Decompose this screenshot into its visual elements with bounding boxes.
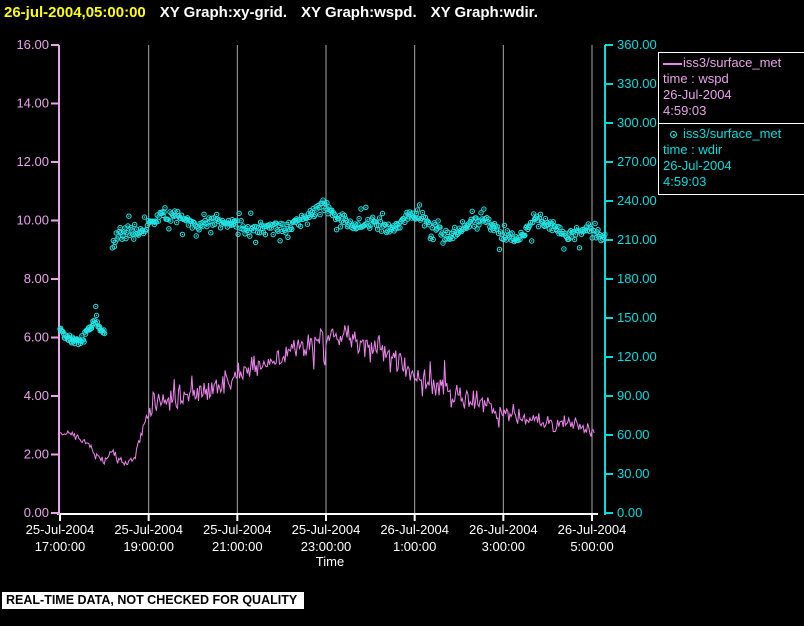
svg-text:8.00: 8.00 (24, 271, 49, 286)
svg-text:1:00:00: 1:00:00 (393, 539, 436, 554)
svg-text:240.00: 240.00 (617, 193, 657, 208)
svg-text:330.00: 330.00 (617, 76, 657, 91)
svg-text:210.00: 210.00 (617, 232, 657, 247)
svg-text:180.00: 180.00 (617, 271, 657, 286)
wdir-series (57, 197, 608, 348)
svg-text:6.00: 6.00 (24, 330, 49, 345)
legend-wdir-clock: 4:59:03 (663, 174, 707, 189)
wspd-line-swatch-icon (663, 62, 682, 65)
svg-text:26-Jul-2004: 26-Jul-2004 (558, 522, 627, 537)
svg-text:2.00: 2.00 (24, 447, 49, 462)
svg-text:25-Jul-2004: 25-Jul-2004 (292, 522, 361, 537)
legend-entry-wspd: iss3/surface_met time : wspd 26-Jul-2004… (659, 53, 804, 124)
svg-text:30.00: 30.00 (617, 466, 650, 481)
svg-text:25-Jul-2004: 25-Jul-2004 (114, 522, 183, 537)
legend-wspd-source: iss3/surface_met (683, 55, 782, 70)
left-axis-wspd: 0.00 2.00 4.00 6.00 8.00 10.00 12.00 14.00 16.00 (16, 37, 60, 520)
svg-text:21:00:00: 21:00:00 (212, 539, 263, 554)
svg-text:150.00: 150.00 (617, 310, 657, 325)
legend-wdir-field: time : wdir (663, 142, 723, 157)
svg-text:3:00:00: 3:00:00 (482, 539, 525, 554)
legend-wdir-name-row: iss3/surface_met (663, 126, 800, 142)
svg-text:0.00: 0.00 (24, 505, 49, 520)
svg-text:10.00: 10.00 (16, 213, 49, 228)
wspd-series (59, 325, 595, 467)
quality-banner: REAL-TIME DATA, NOT CHECKED FOR QUALITY (2, 592, 305, 609)
svg-text:14.00: 14.00 (16, 96, 49, 111)
svg-text:4.00: 4.00 (24, 388, 49, 403)
svg-text:90.00: 90.00 (617, 388, 650, 403)
svg-text:360.00: 360.00 (617, 37, 657, 52)
svg-text:270.00: 270.00 (617, 154, 657, 169)
svg-text:120.00: 120.00 (617, 349, 657, 364)
legend: iss3/surface_met time : wspd 26-Jul-2004… (658, 52, 804, 195)
svg-text:23:00:00: 23:00:00 (301, 539, 352, 554)
svg-text:60.00: 60.00 (617, 427, 650, 442)
gridlines (148, 45, 593, 513)
legend-wspd-clock: 4:59:03 (663, 103, 707, 118)
right-axis-wdir: 0.00 30.00 60.00 90.00 120.00 150.00 180.00 210… (604, 37, 657, 520)
wdir-circle-swatch-icon (670, 131, 677, 139)
legend-wspd-date: 26-Jul-2004 (663, 87, 732, 102)
svg-text:26-Jul-2004: 26-Jul-2004 (380, 522, 449, 537)
svg-text:25-Jul-2004: 25-Jul-2004 (26, 522, 95, 537)
svg-text:0.00: 0.00 (617, 505, 642, 520)
legend-wspd-name-row: iss3/surface_met (663, 55, 800, 71)
svg-text:5:00:00: 5:00:00 (570, 539, 613, 554)
x-axis-title: Time (315, 554, 345, 569)
legend-entry-wdir: iss3/surface_met time : wdir 26-Jul-2004… (659, 124, 804, 195)
legend-wspd-field: time : wspd (663, 71, 729, 86)
svg-text:300.00: 300.00 (617, 115, 657, 130)
svg-text:16.00: 16.00 (16, 37, 49, 52)
svg-text:25-Jul-2004: 25-Jul-2004 (203, 522, 272, 537)
svg-text:19:00:00: 19:00:00 (123, 539, 174, 554)
x-axis: 25-Jul-2004 17:00:00 25-Jul-2004 19:00:00 25… (26, 513, 627, 554)
legend-wdir-date: 26-Jul-2004 (663, 158, 732, 173)
svg-text:12.00: 12.00 (16, 154, 49, 169)
svg-text:17:00:00: 17:00:00 (35, 539, 86, 554)
svg-text:26-Jul-2004: 26-Jul-2004 (469, 522, 538, 537)
legend-wdir-source: iss3/surface_met (683, 126, 782, 141)
